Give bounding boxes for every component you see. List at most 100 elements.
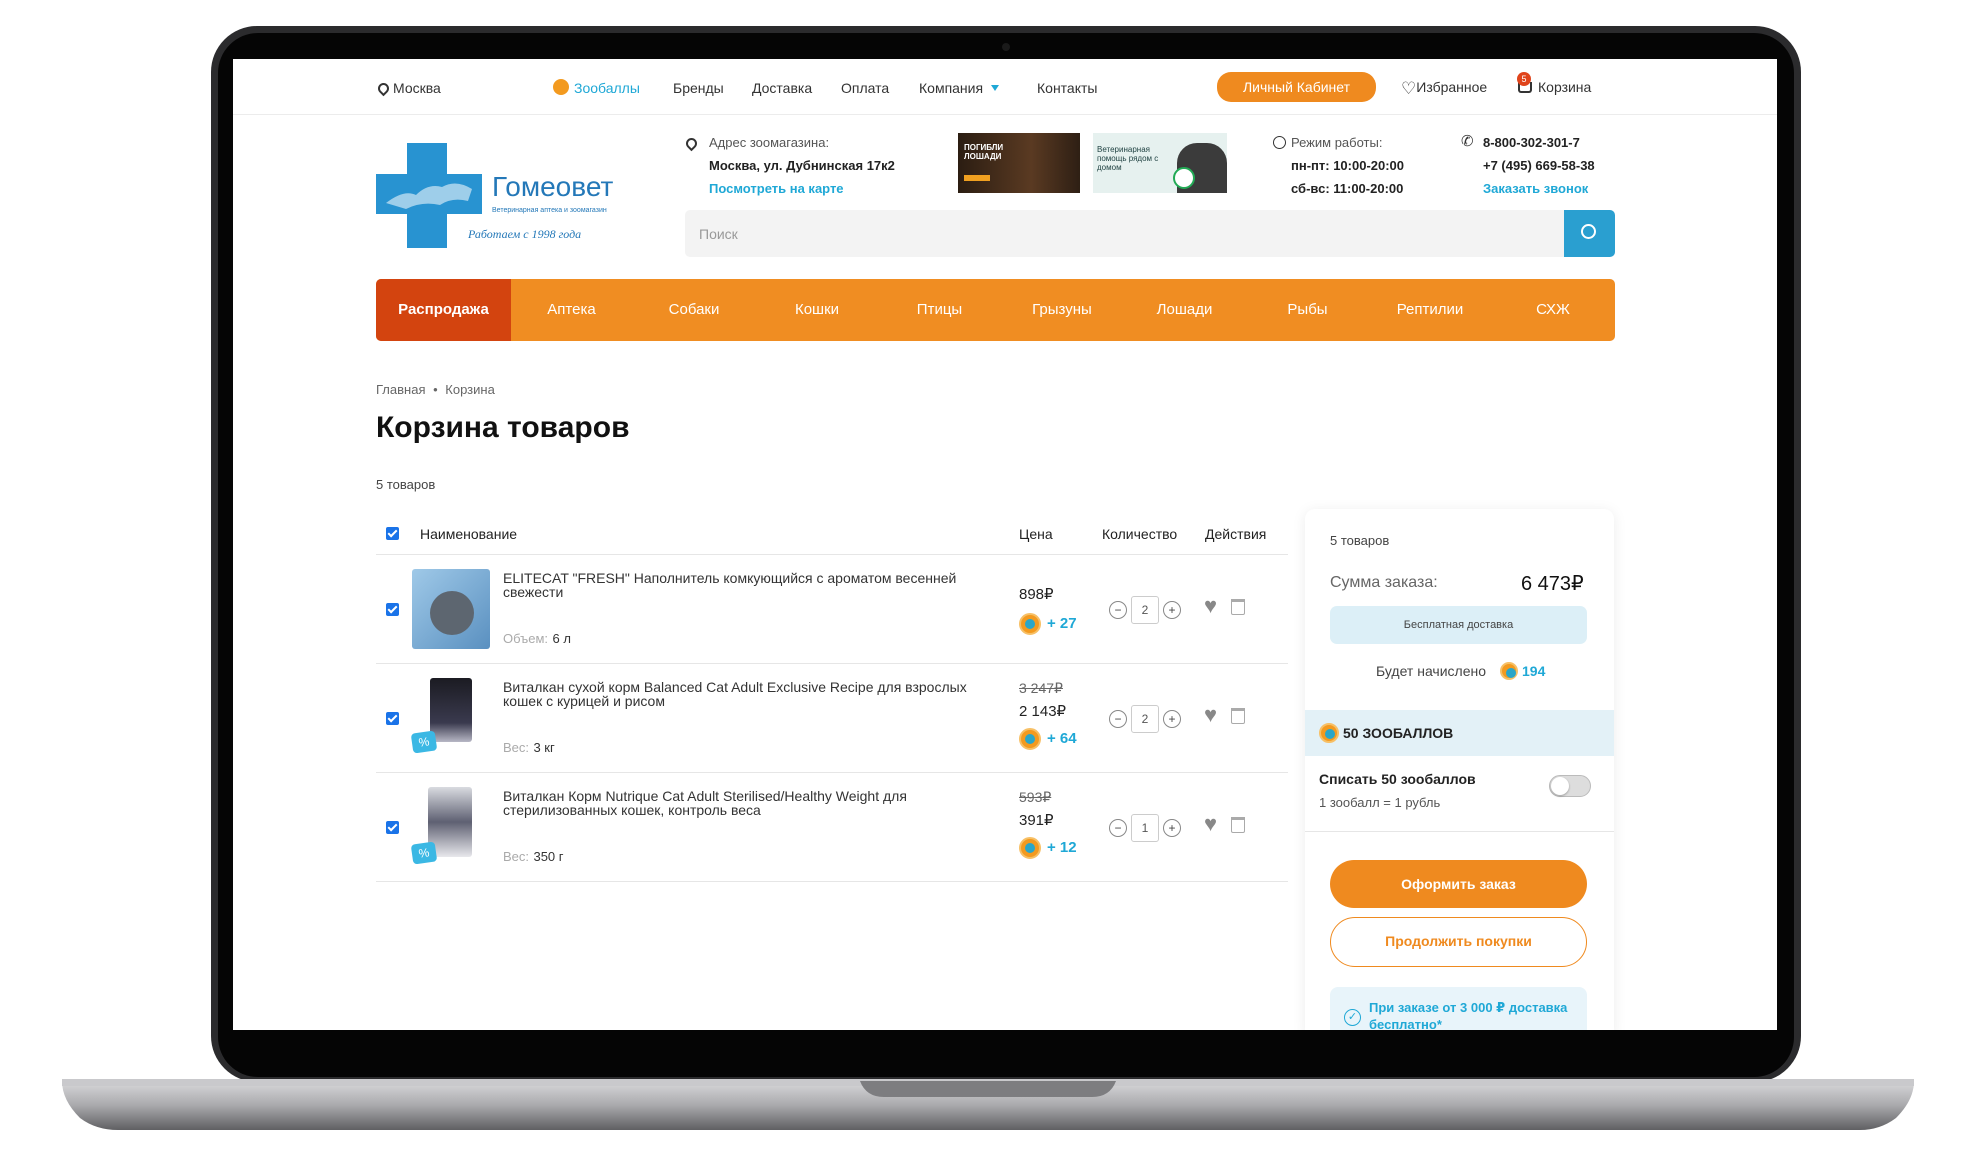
product-image[interactable]	[430, 678, 472, 742]
item-checkbox[interactable]	[386, 712, 399, 725]
callback-link[interactable]: Заказать звонок	[1483, 181, 1588, 196]
item-price: 2 143₽	[1019, 703, 1067, 720]
nav-farm[interactable]: СХЖ	[1491, 279, 1615, 341]
nav-pharmacy[interactable]: Аптека	[511, 279, 632, 341]
continue-shopping-button[interactable]: Продолжить покупки	[1330, 917, 1587, 967]
caret-down-icon	[991, 85, 1000, 91]
nav-reptiles[interactable]: Рептилии	[1369, 279, 1491, 341]
points-header: 50 ЗООБАЛЛОВ	[1305, 710, 1614, 756]
logo-subtitle: Ветеринарная аптека и зоомагазин	[492, 207, 607, 214]
nav-zooballs[interactable]: Зообаллы	[574, 80, 640, 96]
decrease-button[interactable]: −	[1109, 710, 1127, 728]
total-label: Сумма заказа:	[1330, 574, 1438, 591]
phone-primary[interactable]: 8-800-302-301-7	[1483, 135, 1580, 150]
col-quantity: Количество	[1102, 526, 1178, 542]
item-bonus: + 12	[1047, 839, 1077, 856]
item-price: 898₽	[1019, 586, 1054, 603]
delivery-notice-text: При заказе от 3 000 ₽ доставка бесплатно…	[1369, 1000, 1568, 1030]
breadcrumb-current: Корзина	[445, 382, 495, 397]
nav-delivery[interactable]: Доставка	[752, 80, 812, 96]
delete-trash-icon[interactable]	[1231, 599, 1245, 615]
promo-banner-horses[interactable]: ПОГИБЛИ ЛОШАДИ	[958, 133, 1080, 193]
nav-cats[interactable]: Кошки	[756, 279, 878, 341]
increase-button[interactable]: +	[1163, 601, 1181, 619]
quantity-input[interactable]: 1	[1131, 814, 1159, 842]
phone-secondary[interactable]: +7 (495) 669-58-38	[1483, 158, 1595, 173]
nav-contacts[interactable]: Контакты	[1037, 80, 1097, 96]
nav-fish[interactable]: Рыбы	[1246, 279, 1369, 341]
search-icon	[1581, 224, 1596, 239]
delete-trash-icon[interactable]	[1231, 817, 1245, 833]
favorites-label: Избранное	[1416, 79, 1488, 95]
divider	[376, 881, 1288, 882]
quantity-input[interactable]: 2	[1131, 596, 1159, 624]
increase-button[interactable]: +	[1163, 819, 1181, 837]
favorites-link[interactable]: ♡Избранное	[1401, 79, 1487, 99]
zooball-icon	[553, 79, 569, 95]
nav-sale[interactable]: Распродажа	[376, 279, 511, 341]
nav-birds[interactable]: Птицы	[878, 279, 1001, 341]
category-nav: Распродажа Аптека Собаки Кошки Птицы Гры…	[376, 279, 1615, 341]
map-link[interactable]: Посмотреть на карте	[709, 181, 844, 196]
nav-rodents[interactable]: Грызуны	[1001, 279, 1123, 341]
favorite-heart-icon[interactable]: ♥	[1204, 593, 1217, 619]
page-title: Корзина товаров	[376, 411, 630, 444]
screen: Москва Зообаллы Бренды Доставка Оплата К…	[233, 59, 1777, 1030]
breadcrumb-home[interactable]: Главная	[376, 382, 425, 397]
favorite-heart-icon[interactable]: ♥	[1204, 702, 1217, 728]
cat-photo	[430, 591, 474, 635]
promo-banner-vet[interactable]: Ветеринарная помощь рядом с домом	[1093, 133, 1227, 193]
writeoff-toggle[interactable]	[1549, 775, 1591, 797]
items-count: 5 товаров	[376, 477, 436, 492]
logo[interactable]: Гомеовет Ветеринарная аптека и зоомагази…	[376, 143, 634, 253]
logo-slogan: Работаем с 1998 года	[468, 227, 582, 241]
attr-label: Объем:	[503, 631, 549, 646]
item-checkbox[interactable]	[386, 821, 399, 834]
item-price: 391₽	[1019, 812, 1054, 829]
cart-count-badge: 5	[1517, 72, 1531, 86]
product-attr: Объем: 6 л	[503, 630, 571, 648]
search-button[interactable]	[1564, 210, 1615, 257]
col-actions: Действия	[1205, 526, 1267, 542]
city-selector[interactable]: Москва	[375, 80, 441, 97]
nav-brands[interactable]: Бренды	[673, 80, 724, 96]
checkout-button[interactable]: Оформить заказ	[1330, 860, 1587, 908]
nav-horses[interactable]: Лошади	[1123, 279, 1246, 341]
select-all-checkbox[interactable]	[386, 527, 399, 540]
writeoff-label: Списать 50 зообаллов	[1319, 771, 1476, 787]
zooball-icon	[1500, 662, 1518, 680]
item-checkbox[interactable]	[386, 603, 399, 616]
item-old-price: 593₽	[1019, 789, 1052, 805]
paw-icon	[1173, 167, 1195, 189]
nav-dogs[interactable]: Собаки	[632, 279, 756, 341]
summary-count: 5 товаров	[1330, 533, 1390, 548]
attr-label: Вес:	[503, 849, 530, 864]
check-circle-icon: ✓	[1344, 1009, 1361, 1026]
item-old-price: 3 247₽	[1019, 680, 1063, 696]
nav-payment[interactable]: Оплата	[841, 80, 889, 96]
breadcrumb: Главная • Корзина	[376, 382, 495, 397]
decrease-button[interactable]: −	[1109, 819, 1127, 837]
delete-trash-icon[interactable]	[1231, 708, 1245, 724]
attr-value: 350 г	[533, 849, 564, 864]
product-name[interactable]: ELITECAT "FRESH" Наполнитель комкующийся…	[503, 571, 993, 599]
quantity-input[interactable]: 2	[1131, 705, 1159, 733]
search-input[interactable]: Поиск	[685, 210, 1565, 257]
cabinet-button[interactable]: Личный Кабинет	[1217, 72, 1376, 102]
nav-company[interactable]: Компания	[919, 80, 1000, 96]
item-bonus: + 64	[1047, 730, 1077, 747]
cart-row: ELITECAT "FRESH" Наполнитель комкующийся…	[376, 555, 1288, 663]
breadcrumb-separator: •	[433, 382, 438, 397]
product-image[interactable]	[412, 569, 490, 649]
hours-label: Режим работы:	[1291, 135, 1383, 150]
product-name[interactable]: Виталкан Корм Nutrique Cat Adult Sterili…	[503, 789, 993, 817]
nav-company-label: Компания	[919, 80, 984, 96]
logo-cross-icon	[376, 143, 482, 248]
decrease-button[interactable]: −	[1109, 601, 1127, 619]
location-pin-icon	[683, 135, 700, 152]
product-name[interactable]: Виталкан сухой корм Balanced Cat Adult E…	[503, 680, 993, 708]
accrual-value: 194	[1522, 663, 1546, 679]
favorite-heart-icon[interactable]: ♥	[1204, 811, 1217, 837]
increase-button[interactable]: +	[1163, 710, 1181, 728]
zooball-icon	[1019, 728, 1041, 750]
